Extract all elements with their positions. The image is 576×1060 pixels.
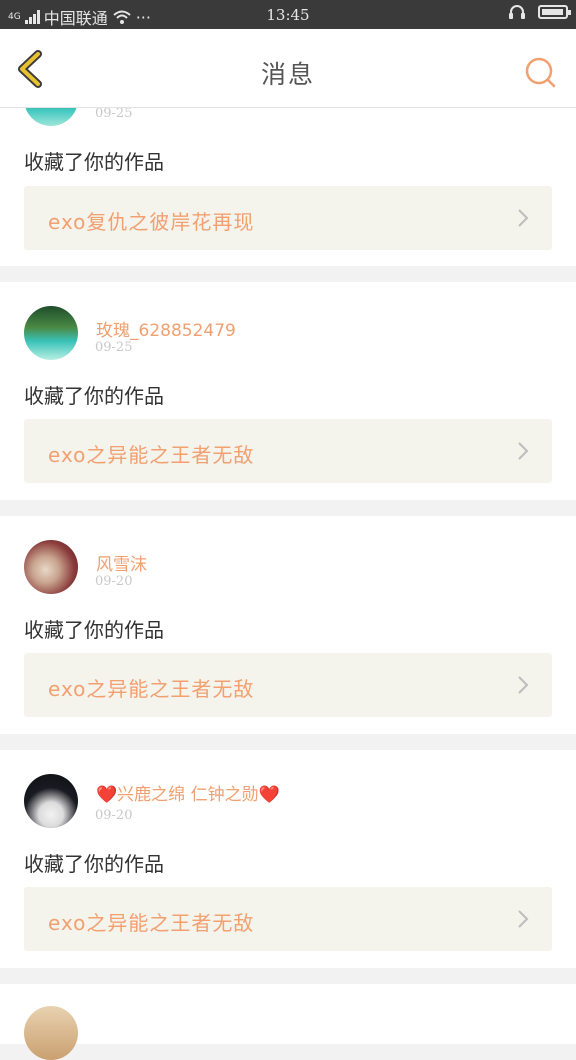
work-link[interactable]: exo之异能之王者无敌 xyxy=(24,887,552,951)
page-title: 消息 xyxy=(260,60,315,89)
work-link[interactable]: exo之异能之王者无敌 xyxy=(24,419,552,483)
battery-icon xyxy=(538,5,571,19)
work-link[interactable]: exo复仇之彼岸花再现 xyxy=(24,186,552,250)
message-list: 09-25 收藏了你的作品 exo复仇之彼岸花再现 玫瑰_628852479 0… xyxy=(0,72,576,1060)
chevron-right-icon xyxy=(518,910,529,928)
message-action: 收藏了你的作品 xyxy=(24,150,164,174)
message-card xyxy=(0,984,576,1060)
message-action: 收藏了你的作品 xyxy=(24,384,164,408)
avatar[interactable] xyxy=(24,306,78,360)
avatar[interactable] xyxy=(24,540,78,594)
message-card: ❤️兴鹿之绵 仁钟之勋❤️ 09-20 收藏了你的作品 exo之异能之王者无敌 xyxy=(0,750,576,968)
work-link[interactable]: exo之异能之王者无敌 xyxy=(24,653,552,717)
status-time: 13:45 xyxy=(266,6,310,24)
work-title: exo复仇之彼岸花再现 xyxy=(48,210,255,234)
message-date: 09-20 xyxy=(95,808,133,823)
message-date: 09-25 xyxy=(95,340,133,355)
status-bar: 4G 中国联通 ··· 13:45 xyxy=(0,0,576,29)
headphones-icon xyxy=(509,5,525,19)
work-title: exo之异能之王者无敌 xyxy=(48,443,255,467)
nav-bar: 消息 xyxy=(0,29,576,108)
username[interactable]: 风雪沫 xyxy=(96,550,147,575)
work-title: exo之异能之王者无敌 xyxy=(48,677,255,701)
search-icon[interactable] xyxy=(524,56,556,88)
chevron-right-icon xyxy=(518,676,529,694)
username[interactable]: 玫瑰_628852479 xyxy=(96,316,236,341)
chevron-right-icon xyxy=(518,442,529,460)
message-card: 09-25 收藏了你的作品 exo复仇之彼岸花再现 xyxy=(0,72,576,266)
username[interactable]: ❤️兴鹿之绵 仁钟之勋❤️ xyxy=(96,780,280,805)
message-action: 收藏了你的作品 xyxy=(24,618,164,642)
chevron-right-icon xyxy=(518,209,529,227)
message-card: 玫瑰_628852479 09-25 收藏了你的作品 exo之异能之王者无敌 xyxy=(0,282,576,500)
message-date: 09-25 xyxy=(95,106,133,121)
message-card: 风雪沫 09-20 收藏了你的作品 exo之异能之王者无敌 xyxy=(0,516,576,734)
avatar[interactable] xyxy=(24,1006,78,1060)
avatar[interactable] xyxy=(24,774,78,828)
work-title: exo之异能之王者无敌 xyxy=(48,911,255,935)
message-date: 09-20 xyxy=(95,574,133,589)
message-action: 收藏了你的作品 xyxy=(24,852,164,876)
